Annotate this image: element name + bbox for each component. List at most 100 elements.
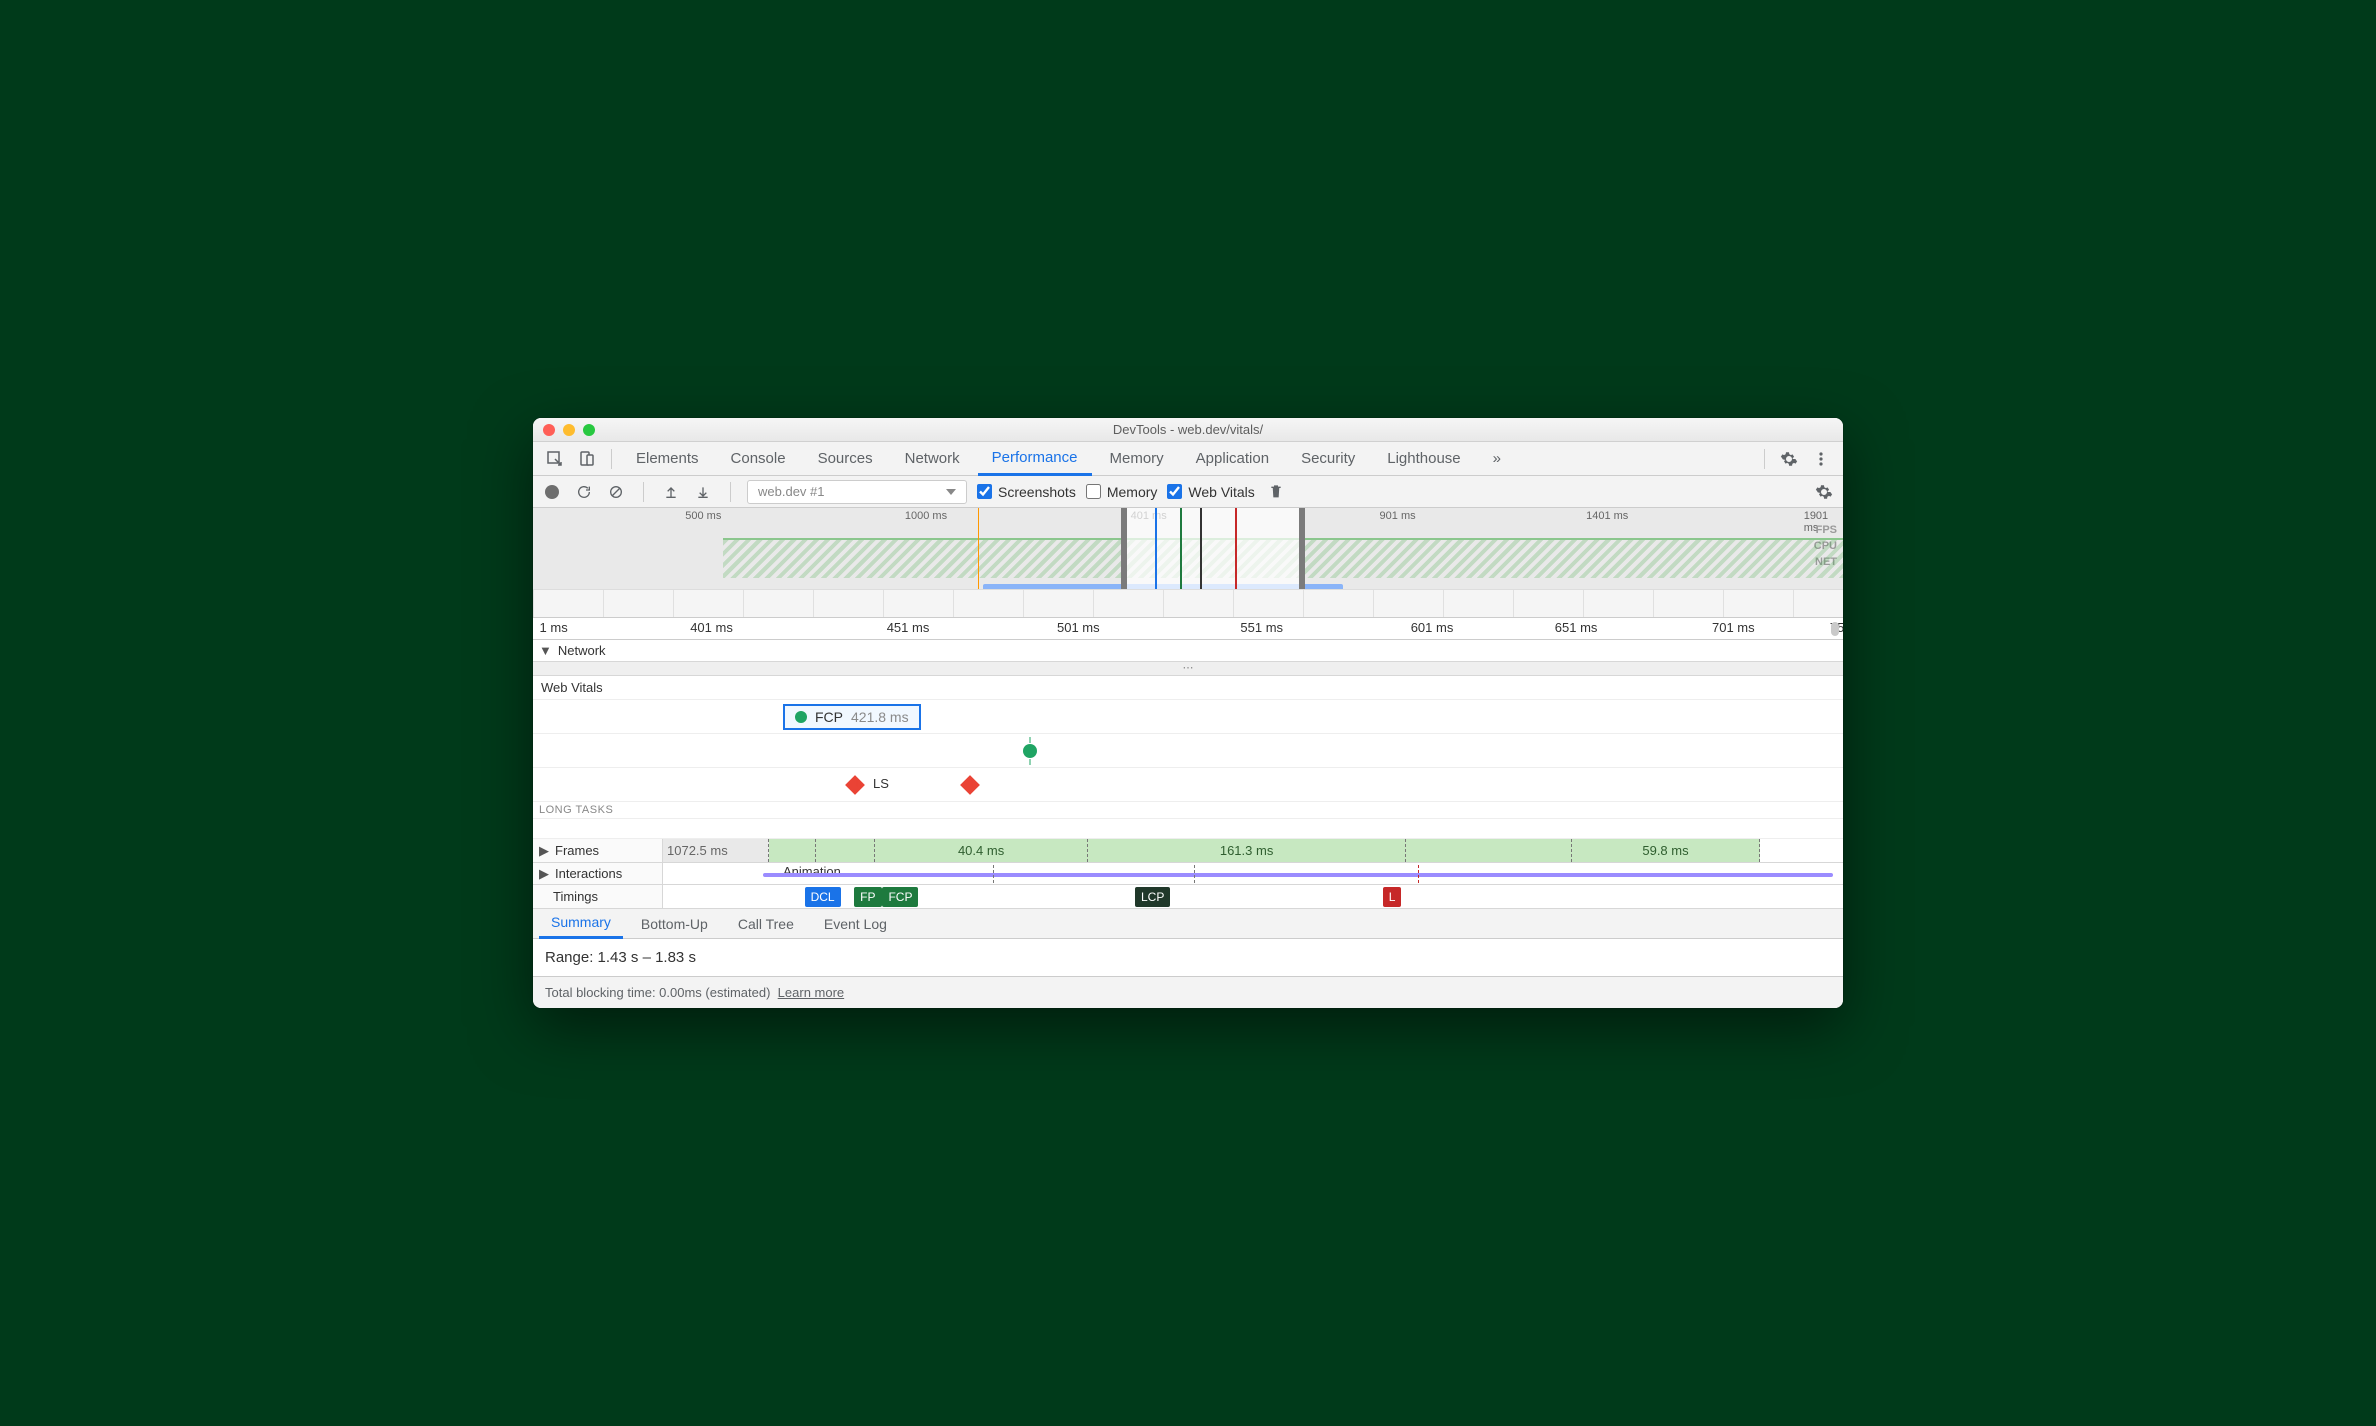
overview-tick: 500 ms <box>685 510 721 522</box>
tab-console[interactable]: Console <box>717 442 800 476</box>
tab-application[interactable]: Application <box>1182 442 1283 476</box>
disclosure-triangle-icon: ▼ <box>539 643 552 658</box>
frame-segment[interactable] <box>769 839 816 862</box>
screenshots-checkbox-input[interactable] <box>977 484 992 499</box>
web-vitals-lane-ls[interactable]: LS <box>533 768 1843 802</box>
frame-segment[interactable]: 59.8 ms <box>1572 839 1761 862</box>
timings-header[interactable]: Timings <box>533 885 663 908</box>
summary-range: Range: 1.43 s – 1.83 s <box>545 949 696 966</box>
tab-performance[interactable]: Performance <box>978 442 1092 476</box>
capture-settings-gear-icon[interactable] <box>1813 481 1835 503</box>
gear-icon[interactable] <box>1775 445 1803 473</box>
timings-track: Timings DCL FPFCP LCP L <box>533 885 1843 909</box>
timing-chip-fcp[interactable]: FCP <box>882 887 918 907</box>
close-icon[interactable] <box>543 424 555 436</box>
devtools-window: DevTools - web.dev/vitals/ ElementsConso… <box>533 418 1843 1008</box>
long-tasks-header: LONG TASKS <box>533 802 1843 819</box>
window-title: DevTools - web.dev/vitals/ <box>533 422 1843 437</box>
fcp-dot-icon <box>795 711 807 723</box>
web-vitals-checkbox-input[interactable] <box>1167 484 1182 499</box>
load-profile-button[interactable] <box>660 481 682 503</box>
summary-panel: Range: 1.43 s – 1.83 s <box>533 939 1843 976</box>
frame-segment[interactable]: 1072.5 ms <box>663 839 769 862</box>
learn-more-link[interactable]: Learn more <box>778 985 844 1000</box>
frames-header[interactable]: ▶ Frames <box>533 839 663 862</box>
clear-button[interactable] <box>605 481 627 503</box>
ls-label: LS <box>873 776 889 791</box>
frame-segment[interactable]: 161.3 ms <box>1088 839 1407 862</box>
titlebar: DevTools - web.dev/vitals/ <box>533 418 1843 442</box>
details-tabs: SummaryBottom-UpCall TreeEvent Log <box>533 909 1843 939</box>
disclosure-triangle-icon: ▶ <box>539 866 549 882</box>
tab-elements[interactable]: Elements <box>622 442 713 476</box>
timing-chip-fp[interactable]: FP <box>854 887 881 907</box>
tab-sources[interactable]: Sources <box>804 442 887 476</box>
ruler-tick: 401 ms <box>690 620 733 635</box>
minimize-icon[interactable] <box>563 424 575 436</box>
interactions-lane[interactable]: Animation <box>663 863 1843 884</box>
reload-button[interactable] <box>573 481 595 503</box>
details-tab-event-log[interactable]: Event Log <box>812 909 899 939</box>
network-track-header[interactable]: ▼ Network <box>533 640 1843 662</box>
maximize-icon[interactable] <box>583 424 595 436</box>
web-vitals-lane-lcp[interactable] <box>533 734 1843 768</box>
web-vitals-lane-fcp[interactable]: FCP 421.8 ms <box>533 700 1843 734</box>
memory-checkbox[interactable]: Memory <box>1086 484 1158 500</box>
footer-bar: Total blocking time: 0.00ms (estimated) … <box>533 976 1843 1008</box>
ruler-tick: 501 ms <box>1057 620 1100 635</box>
device-toggle-icon[interactable] <box>573 445 601 473</box>
interactions-track: ▶ Interactions Animation <box>533 863 1843 885</box>
profile-select[interactable]: web.dev #1 <box>747 480 967 504</box>
details-tab-summary[interactable]: Summary <box>539 909 623 939</box>
tab-security[interactable]: Security <box>1287 442 1369 476</box>
frame-segment[interactable] <box>1406 839 1571 862</box>
lcp-dot-icon[interactable] <box>1023 744 1037 758</box>
tab-lighthouse[interactable]: Lighthouse <box>1373 442 1474 476</box>
frames-track: ▶ Frames 1072.5 ms 40.4 ms161.3 ms 59.8 ms <box>533 839 1843 863</box>
separator <box>643 482 644 502</box>
tab-memory[interactable]: Memory <box>1096 442 1178 476</box>
timing-chip-dcl[interactable]: DCL <box>805 887 841 907</box>
profile-select-value: web.dev #1 <box>758 484 825 499</box>
tab-network[interactable]: Network <box>891 442 974 476</box>
timeline-overview[interactable]: 500 ms1000 ms401 ms901 ms1401 ms1901 ms … <box>533 508 1843 618</box>
long-tasks-lane[interactable] <box>533 819 1843 839</box>
frame-segment[interactable] <box>816 839 875 862</box>
inspect-icon[interactable] <box>541 445 569 473</box>
ls-marker-2[interactable] <box>960 775 980 795</box>
ruler-tick: 551 ms <box>1240 620 1283 635</box>
fcp-value: 421.8 ms <box>851 709 909 725</box>
panel-tabs: ElementsConsoleSourcesNetworkPerformance… <box>533 442 1843 476</box>
web-vitals-checkbox[interactable]: Web Vitals <box>1167 484 1254 500</box>
delete-profile-button[interactable] <box>1265 481 1287 503</box>
timing-chip-l[interactable]: L <box>1383 887 1402 907</box>
overview-tick: 1000 ms <box>905 510 947 522</box>
screenshots-checkbox[interactable]: Screenshots <box>977 484 1076 500</box>
chevron-down-icon <box>946 489 956 495</box>
kebab-menu-icon[interactable] <box>1807 445 1835 473</box>
fcp-chip[interactable]: FCP 421.8 ms <box>783 704 921 730</box>
ruler-tick: 651 ms <box>1555 620 1598 635</box>
save-profile-button[interactable] <box>692 481 714 503</box>
frame-segment[interactable]: 40.4 ms <box>875 839 1087 862</box>
timing-chip-lcp[interactable]: LCP <box>1135 887 1170 907</box>
performance-toolbar: web.dev #1 Screenshots Memory Web Vitals <box>533 476 1843 508</box>
ruler-tick: 701 ms <box>1712 620 1755 635</box>
details-tab-bottom-up[interactable]: Bottom-Up <box>629 909 720 939</box>
ruler-scrollbar[interactable] <box>1831 622 1839 636</box>
frames-lane[interactable]: 1072.5 ms 40.4 ms161.3 ms 59.8 ms <box>663 839 1843 862</box>
record-button[interactable] <box>541 481 563 503</box>
animation-bar[interactable] <box>763 873 1833 877</box>
ls-marker-1[interactable] <box>845 775 865 795</box>
more-tabs-button[interactable]: » <box>1479 442 1515 476</box>
separator <box>1764 449 1765 469</box>
timings-lane[interactable]: DCL FPFCP LCP L <box>663 885 1843 908</box>
memory-checkbox-input[interactable] <box>1086 484 1101 499</box>
traffic-lights <box>533 424 595 436</box>
details-tab-call-tree[interactable]: Call Tree <box>726 909 806 939</box>
ruler-tick: 601 ms <box>1411 620 1454 635</box>
interactions-header[interactable]: ▶ Interactions <box>533 863 663 884</box>
overview-tick: 901 ms <box>1380 510 1416 522</box>
detail-ruler[interactable]: 1 ms401 ms451 ms501 ms551 ms601 ms651 ms… <box>533 618 1843 640</box>
collapse-drag-bar[interactable]: ⋯ <box>533 662 1843 676</box>
